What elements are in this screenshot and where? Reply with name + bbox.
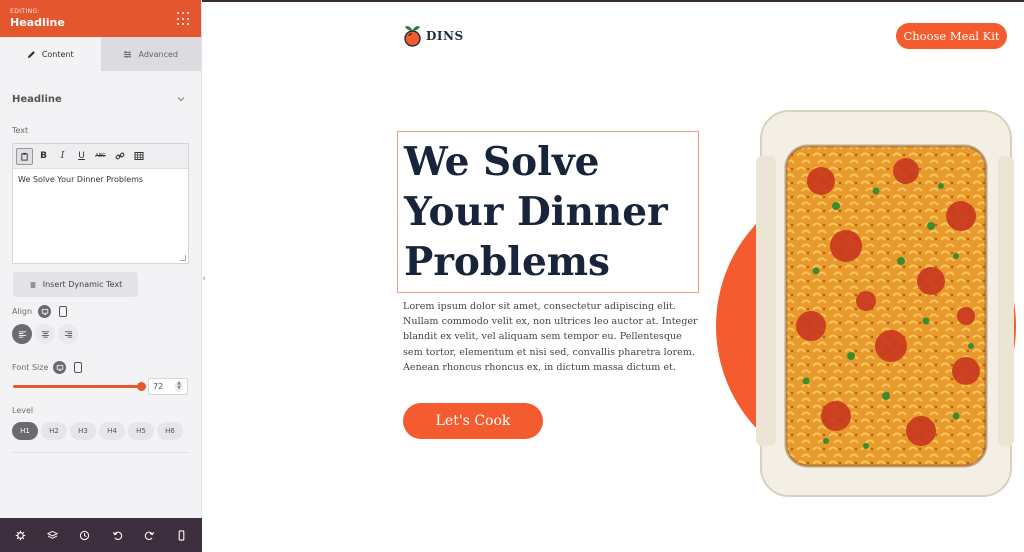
database-icon [30,282,36,287]
tab-content[interactable]: Content [0,37,101,71]
editor-panel: EDITING: Headline Content Advanced Headl… [0,0,202,552]
strikethrough-button[interactable]: ABC [92,148,109,165]
collapse-panel-icon[interactable]: ‹ [199,270,209,288]
brand-name: DINS [426,28,464,43]
undo-icon[interactable] [111,529,123,541]
table-icon[interactable] [130,148,147,165]
choose-meal-kit-button[interactable]: Choose Meal Kit [896,23,1007,49]
align-right-icon [64,330,72,338]
italic-button[interactable]: I [54,148,71,165]
section-headline-title[interactable]: Headline [12,94,62,105]
level-h1-button[interactable]: H1 [12,422,38,440]
font-size-slider-handle[interactable] [137,382,146,391]
tab-content-label: Content [41,49,74,59]
site-logo[interactable]: DINS [403,24,464,47]
tab-advanced-label: Advanced [138,49,178,59]
orange-logo-icon [404,26,421,47]
link-icon[interactable] [111,148,128,165]
section-divider [12,452,189,453]
layers-icon[interactable] [46,529,58,541]
desktop-icon[interactable] [53,361,66,374]
hero-headline[interactable]: We Solve Your Dinner Problems [404,137,704,287]
tab-advanced[interactable]: Advanced [100,37,201,71]
font-size-input[interactable]: 72 ▲ ▼ [148,378,188,395]
text-editor[interactable]: B I U ABC We Solve Your Dinner Problems [12,143,189,264]
level-label: Level [12,406,34,415]
paste-icon[interactable] [16,147,33,165]
level-h6-button[interactable]: H6 [157,422,183,440]
redo-icon[interactable] [143,529,155,541]
hero-paragraph[interactable]: Lorem ipsum dolor sit amet, consectetur … [403,299,698,375]
number-spinner[interactable]: ▲ ▼ [175,381,183,392]
text-label: Text [12,126,29,135]
align-left-button[interactable] [12,324,32,344]
align-center-button[interactable] [35,324,55,344]
editor-content[interactable]: We Solve Your Dinner Problems [13,169,188,190]
align-control [12,324,78,344]
settings-icon[interactable] [14,529,26,541]
mobile-icon[interactable] [74,362,82,373]
sliders-icon [124,50,132,58]
mobile-icon[interactable] [59,306,67,317]
panel-kicker: EDITING: [10,8,40,15]
history-icon[interactable] [79,529,91,541]
panel-footer [0,518,202,552]
font-size-value: 72 [153,382,164,391]
level-selector: H1 H2 H3 H4 H5 H6 [12,422,183,440]
align-label: Align [12,307,33,316]
chevron-down-icon[interactable] [176,94,186,104]
level-h4-button[interactable]: H4 [99,422,125,440]
resize-handle[interactable] [180,255,186,261]
panel-title: Headline [10,16,65,29]
align-center-icon [41,330,49,338]
font-size-slider-track[interactable] [13,385,143,388]
level-h5-button[interactable]: H5 [128,422,154,440]
pencil-icon [27,50,35,58]
align-right-button[interactable] [58,324,78,344]
underline-button[interactable]: U [73,148,90,165]
insert-dynamic-text-button[interactable]: Insert Dynamic Text [13,272,138,297]
desktop-icon[interactable] [38,305,51,318]
widgets-grid-icon[interactable] [177,12,191,26]
mobile-preview-icon[interactable] [176,529,188,541]
font-size-label: Font Size [12,363,49,372]
level-h3-button[interactable]: H3 [70,422,96,440]
panel-tabs: Content Advanced [0,37,201,71]
lets-cook-button[interactable]: Let's Cook [403,403,543,439]
panel-header: EDITING: Headline [0,0,201,37]
align-left-icon [18,330,26,338]
level-h2-button[interactable]: H2 [41,422,67,440]
editor-toolbar: B I U ABC [13,144,188,169]
insert-dynamic-text-label: Insert Dynamic Text [42,280,123,289]
bold-button[interactable]: B [35,148,52,165]
pasta-bake-image [716,110,1016,497]
